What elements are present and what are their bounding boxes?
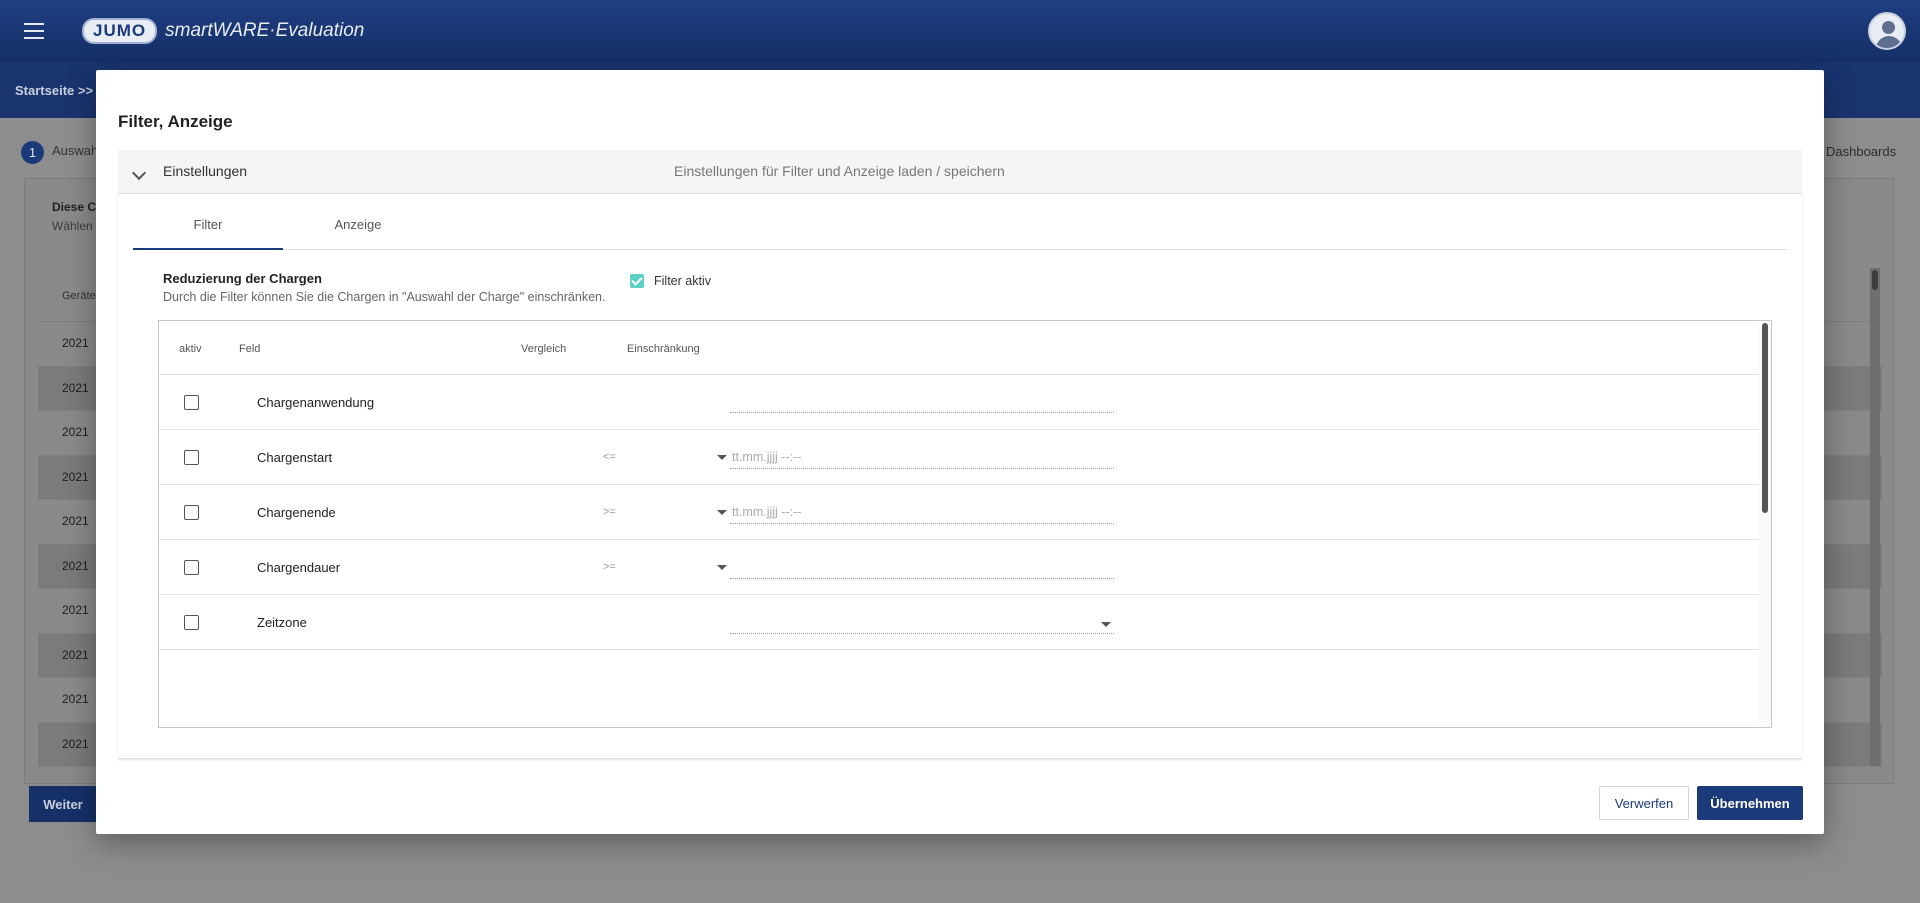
tab-filter[interactable]: Filter	[133, 216, 283, 250]
section-title: Reduzierung der Chargen	[163, 271, 322, 286]
table-row: Chargendauer >=	[159, 540, 1759, 595]
compare-select[interactable]: <=	[603, 451, 616, 463]
row-active-checkbox[interactable]	[184, 560, 199, 575]
row-field-label: Chargendauer	[257, 560, 341, 575]
brand-text: smartWARE·Evaluation	[165, 20, 365, 41]
filter-grid: aktiv Feld Vergleich Einschränkung Charg…	[158, 320, 1772, 728]
filter-active-label[interactable]: Filter aktiv	[654, 274, 711, 288]
header-compare: Vergleich	[521, 343, 567, 355]
timezone-select[interactable]	[730, 612, 1114, 634]
restriction-input[interactable]	[730, 391, 1114, 413]
row-field-label: Chargenende	[257, 505, 336, 520]
row-active-checkbox[interactable]	[184, 450, 199, 465]
dashboards-link[interactable]: Dashboards	[1826, 144, 1896, 159]
apply-button[interactable]: Übernehmen	[1697, 786, 1803, 820]
table-row: Zeitzone	[159, 595, 1759, 650]
restriction-date-input[interactable]: tt.mm.jjjj --:--	[730, 447, 1114, 469]
filter-active-checkbox[interactable]	[630, 274, 644, 288]
step-label[interactable]: Auswah	[52, 143, 98, 158]
restriction-duration-input[interactable]	[730, 557, 1114, 579]
table-row: Chargenende >= tt.mm.jjjj --:--	[159, 485, 1759, 540]
app-logo: JUMO smartWARE·Evaluation	[82, 18, 364, 44]
compare-select[interactable]: >=	[603, 506, 616, 518]
row-field-label: Chargenanwendung	[257, 395, 375, 410]
tab-anzeige[interactable]: Anzeige	[283, 216, 433, 250]
settings-expansion-panel[interactable]: Einstellungen Einstellungen für Filter u…	[118, 150, 1802, 194]
compare-select[interactable]: >=	[603, 561, 616, 573]
chevron-down-icon[interactable]	[131, 165, 147, 181]
breadcrumb[interactable]: Startseite >>	[15, 83, 93, 98]
table-row: Chargenstart <= tt.mm.jjjj --:--	[159, 430, 1759, 485]
filter-dialog: Filter, Anzeige Einstellungen Einstellun…	[96, 70, 1824, 834]
filter-panel-body: Filter Anzeige Reduzierung der Chargen D…	[118, 194, 1802, 759]
grid-header: aktiv Feld Vergleich Einschränkung	[159, 321, 1759, 375]
header-restriction: Einschränkung	[627, 343, 700, 355]
row-active-checkbox[interactable]	[184, 395, 199, 410]
table-row	[159, 650, 1759, 705]
user-avatar-icon[interactable]	[1868, 12, 1906, 50]
restriction-date-input[interactable]: tt.mm.jjjj --:--	[730, 502, 1114, 524]
background-table-scrollbar[interactable]	[1870, 268, 1880, 766]
chevron-down-icon[interactable]	[717, 510, 727, 515]
row-active-checkbox[interactable]	[184, 615, 199, 630]
header-field: Feld	[239, 343, 261, 355]
row-active-checkbox[interactable]	[184, 505, 199, 520]
row-field-label: Chargenstart	[257, 450, 333, 465]
app-header: JUMO smartWARE·Evaluation	[0, 0, 1920, 62]
menu-icon[interactable]	[22, 20, 46, 42]
tab-bar: Filter Anzeige	[133, 216, 1787, 250]
row-field-label: Zeitzone	[257, 615, 307, 630]
grid-scrollbar[interactable]	[1759, 321, 1771, 727]
background-card-subtitle: Wählen	[52, 219, 93, 233]
chevron-down-icon[interactable]	[1101, 622, 1111, 627]
step-number: 1	[21, 141, 44, 164]
weiter-button[interactable]: Weiter	[29, 786, 97, 822]
dialog-title: Filter, Anzeige	[118, 112, 233, 131]
settings-panel-title: Einstellungen	[163, 163, 248, 179]
section-subtitle: Durch die Filter können Sie die Chargen …	[163, 290, 606, 304]
chevron-down-icon[interactable]	[717, 565, 727, 570]
table-row: Chargenanwendung	[159, 375, 1759, 430]
settings-panel-description: Einstellungen für Filter und Anzeige lad…	[674, 163, 1005, 179]
background-card-title: Diese C	[52, 200, 97, 214]
header-active: aktiv	[179, 343, 202, 355]
discard-button[interactable]: Verwerfen	[1599, 786, 1689, 820]
brand-badge: JUMO	[82, 18, 158, 44]
chevron-down-icon[interactable]	[717, 455, 727, 460]
